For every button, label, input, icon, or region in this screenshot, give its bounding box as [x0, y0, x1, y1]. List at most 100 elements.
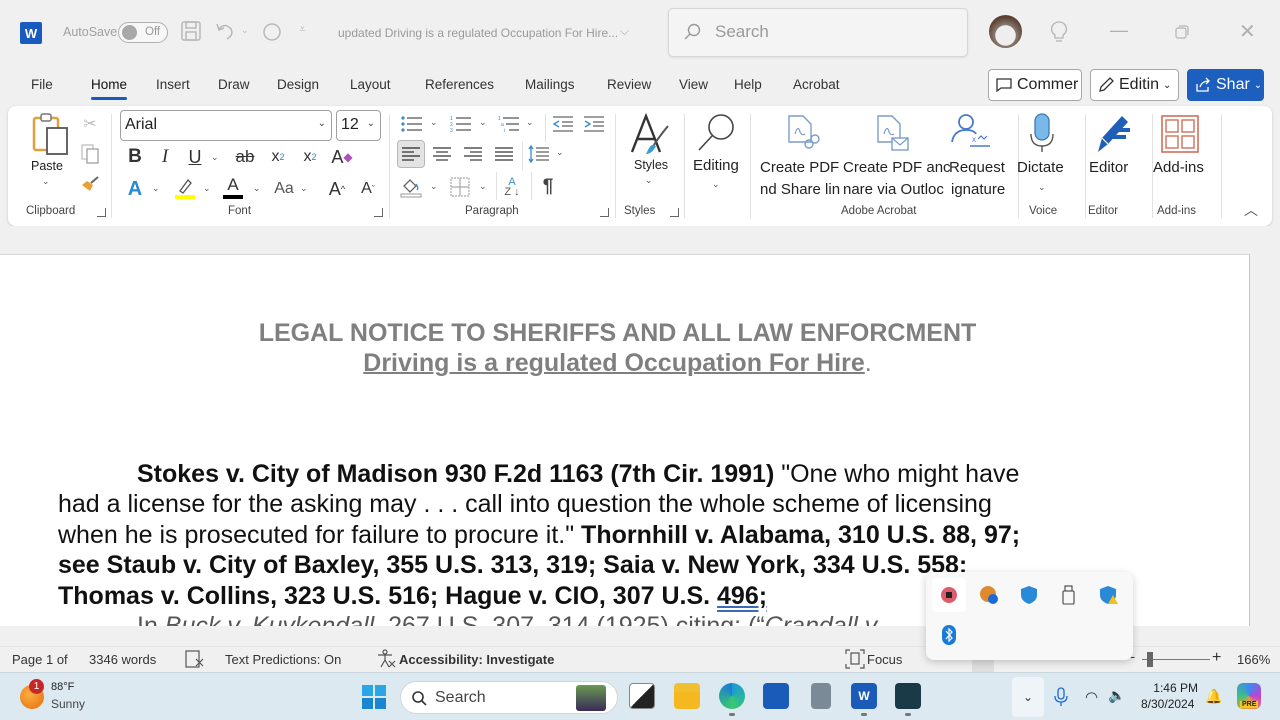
paste-label[interactable]: Paste — [31, 159, 63, 173]
add-ins-label[interactable]: Add-ins — [1153, 159, 1204, 176]
accessibility-status[interactable]: Accessibility: Investigate — [399, 652, 554, 667]
record-icon[interactable] — [932, 578, 966, 612]
styles-icon[interactable] — [628, 112, 672, 158]
tab-review[interactable]: Review — [607, 77, 651, 92]
editor-icon[interactable] — [1092, 112, 1134, 154]
create-pdf-share-link-icon[interactable] — [785, 114, 821, 154]
autosave-toggle[interactable]: Off — [118, 22, 168, 43]
tab-layout[interactable]: Layout — [350, 77, 391, 92]
calculator-icon[interactable] — [811, 683, 831, 709]
increase-indent-icon[interactable] — [583, 114, 605, 134]
tab-home[interactable]: Home — [91, 77, 128, 100]
bold-icon[interactable]: B — [124, 146, 146, 168]
editing-label[interactable]: Editing — [693, 157, 739, 174]
font-name-select[interactable]: Arial ⌄ — [120, 110, 332, 141]
create-pdf-outlook-icon[interactable] — [874, 114, 910, 154]
font-size-select[interactable]: 12 ⌄ — [336, 110, 381, 141]
tab-insert[interactable]: Insert — [156, 77, 190, 92]
app-tray-icon[interactable] — [972, 578, 1006, 612]
request-signature-icon[interactable]: x — [948, 112, 992, 152]
borders-dropdown-icon[interactable]: ⌄ — [479, 181, 487, 192]
close-icon[interactable]: ✕ — [1239, 19, 1256, 44]
text-effects-dropdown-icon[interactable]: ⌄ — [152, 183, 160, 194]
change-case-dropdown-icon[interactable]: ⌄ — [300, 183, 308, 194]
text-predictions-status[interactable]: Text Predictions: On — [225, 652, 341, 667]
line-spacing-dropdown-icon[interactable]: ⌄ — [556, 147, 564, 158]
focus-button[interactable]: Focus — [867, 652, 902, 667]
wifi-icon[interactable]: ◠ — [1085, 688, 1098, 706]
editor-label[interactable]: Editor — [1089, 159, 1128, 176]
font-color-icon[interactable]: A — [222, 176, 244, 200]
multilevel-list-icon[interactable]: 1ai — [498, 114, 520, 134]
word-taskbar-icon[interactable]: W — [851, 683, 877, 709]
create-pdf-share-link-line2[interactable]: nd Share lin — [760, 181, 840, 198]
request-signature-line1[interactable]: Request — [949, 159, 1005, 176]
paragraph-launcher-icon[interactable] — [600, 208, 609, 217]
document-title[interactable]: updated Driving is a regulated Occupatio… — [338, 26, 618, 40]
dictate-dropdown-icon[interactable]: ⌄ — [1038, 182, 1046, 193]
dictate-label[interactable]: Dictate — [1017, 159, 1064, 176]
shading-dropdown-icon[interactable]: ⌄ — [430, 181, 438, 192]
tab-view[interactable]: View — [679, 77, 708, 92]
taskbar-search[interactable]: Search — [400, 681, 618, 714]
align-center-icon[interactable] — [431, 144, 453, 164]
tab-acrobat[interactable]: Acrobat — [793, 77, 840, 92]
shading-icon[interactable] — [400, 176, 422, 198]
numbering-icon[interactable]: 123 — [450, 114, 472, 134]
edge-icon[interactable] — [719, 683, 745, 709]
tab-mailings[interactable]: Mailings — [525, 77, 575, 92]
create-pdf-outlook-line2[interactable]: nare via Outloc — [843, 181, 944, 198]
styles-label[interactable]: Styles — [634, 158, 668, 172]
save-icon[interactable] — [180, 20, 202, 47]
tab-design[interactable]: Design — [277, 77, 319, 92]
tab-help[interactable]: Help — [734, 77, 762, 92]
security-warning-icon[interactable] — [1092, 578, 1126, 612]
minimize-icon[interactable]: — — [1110, 20, 1128, 41]
text-effects-icon[interactable]: A — [124, 178, 146, 200]
strikethrough-icon[interactable]: ab — [232, 146, 258, 168]
customize-qat-icon[interactable]: ⩡ — [299, 22, 306, 37]
justify-icon[interactable] — [493, 144, 515, 164]
zoom-in-button[interactable]: + — [1212, 649, 1221, 667]
highlight-icon[interactable] — [174, 176, 196, 200]
find-icon[interactable] — [696, 112, 738, 154]
collapse-ribbon-icon[interactable]: ︿ — [1242, 202, 1260, 218]
clock-time[interactable]: 1:46 PM — [1152, 681, 1198, 695]
proofing-icon[interactable] — [185, 650, 205, 671]
subscript-icon[interactable]: x2 — [267, 146, 289, 168]
start-button[interactable] — [362, 685, 386, 714]
restore-icon[interactable] — [1175, 25, 1189, 44]
cut-icon[interactable]: ✂ — [80, 114, 100, 134]
tray-overflow-button[interactable]: ⌄ — [1012, 677, 1044, 717]
styles-dropdown-icon[interactable]: ⌄ — [645, 175, 653, 186]
usb-device-icon[interactable] — [1052, 578, 1086, 612]
zoom-level[interactable]: 166% — [1237, 652, 1270, 667]
bluetooth-icon[interactable] — [932, 618, 966, 652]
avatar[interactable] — [989, 15, 1022, 48]
clock-date[interactable]: 8/30/2024 — [1141, 697, 1194, 711]
create-pdf-outlook-line1[interactable]: Create PDF anc — [843, 159, 951, 176]
bullets-icon[interactable] — [401, 114, 423, 134]
notifications-icon[interactable]: 🔔 — [1205, 688, 1222, 705]
sort-icon[interactable]: AZ ↓ — [501, 176, 523, 198]
store-icon[interactable] — [763, 683, 789, 709]
paste-icon[interactable] — [30, 112, 72, 158]
word-count[interactable]: 3346 words — [89, 652, 156, 667]
title-dropdown-icon[interactable]: ⌵ — [620, 24, 629, 39]
align-left-icon[interactable] — [397, 140, 425, 168]
multilevel-dropdown-icon[interactable]: ⌄ — [526, 117, 534, 128]
clear-formatting-icon[interactable]: A ◆ — [330, 146, 354, 168]
font-launcher-icon[interactable] — [374, 208, 383, 217]
editing-mode-button[interactable]: Editin ⌄ — [1090, 69, 1179, 101]
lightbulb-icon[interactable] — [1050, 20, 1068, 49]
request-signature-line2[interactable]: ignature — [951, 181, 1005, 198]
add-ins-icon[interactable] — [1160, 114, 1200, 154]
decrease-indent-icon[interactable] — [552, 114, 574, 134]
superscript-icon[interactable]: x2 — [299, 146, 321, 168]
microphone-tray-icon[interactable] — [1054, 687, 1068, 712]
undo-icon[interactable] — [214, 20, 236, 47]
focus-icon[interactable] — [845, 649, 865, 672]
app-taskbar-icon[interactable] — [895, 683, 921, 709]
search-box[interactable]: Search — [668, 8, 968, 57]
weather-temp[interactable]: 88°F — [51, 681, 74, 693]
